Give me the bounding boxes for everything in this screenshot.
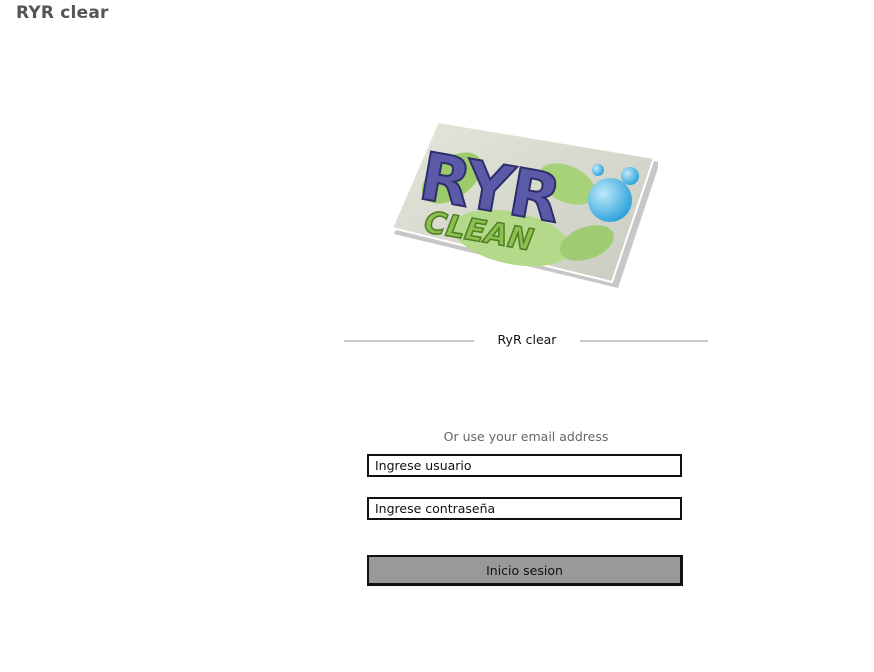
brand-logo-image: RYR CLEAN xyxy=(392,118,658,288)
email-hint-text: Or use your email address xyxy=(443,429,609,444)
username-field[interactable] xyxy=(367,454,682,477)
password-field[interactable] xyxy=(367,497,682,520)
login-button[interactable]: Inicio sesion xyxy=(367,555,683,586)
divider-line-right xyxy=(580,340,708,342)
app-title: RYR clear xyxy=(16,3,109,23)
divider-label: RyR clear xyxy=(497,332,557,347)
section-divider: RyR clear xyxy=(344,330,710,352)
brand-logo-graphic: RYR CLEAN xyxy=(392,120,658,288)
divider-line-left xyxy=(344,340,474,342)
